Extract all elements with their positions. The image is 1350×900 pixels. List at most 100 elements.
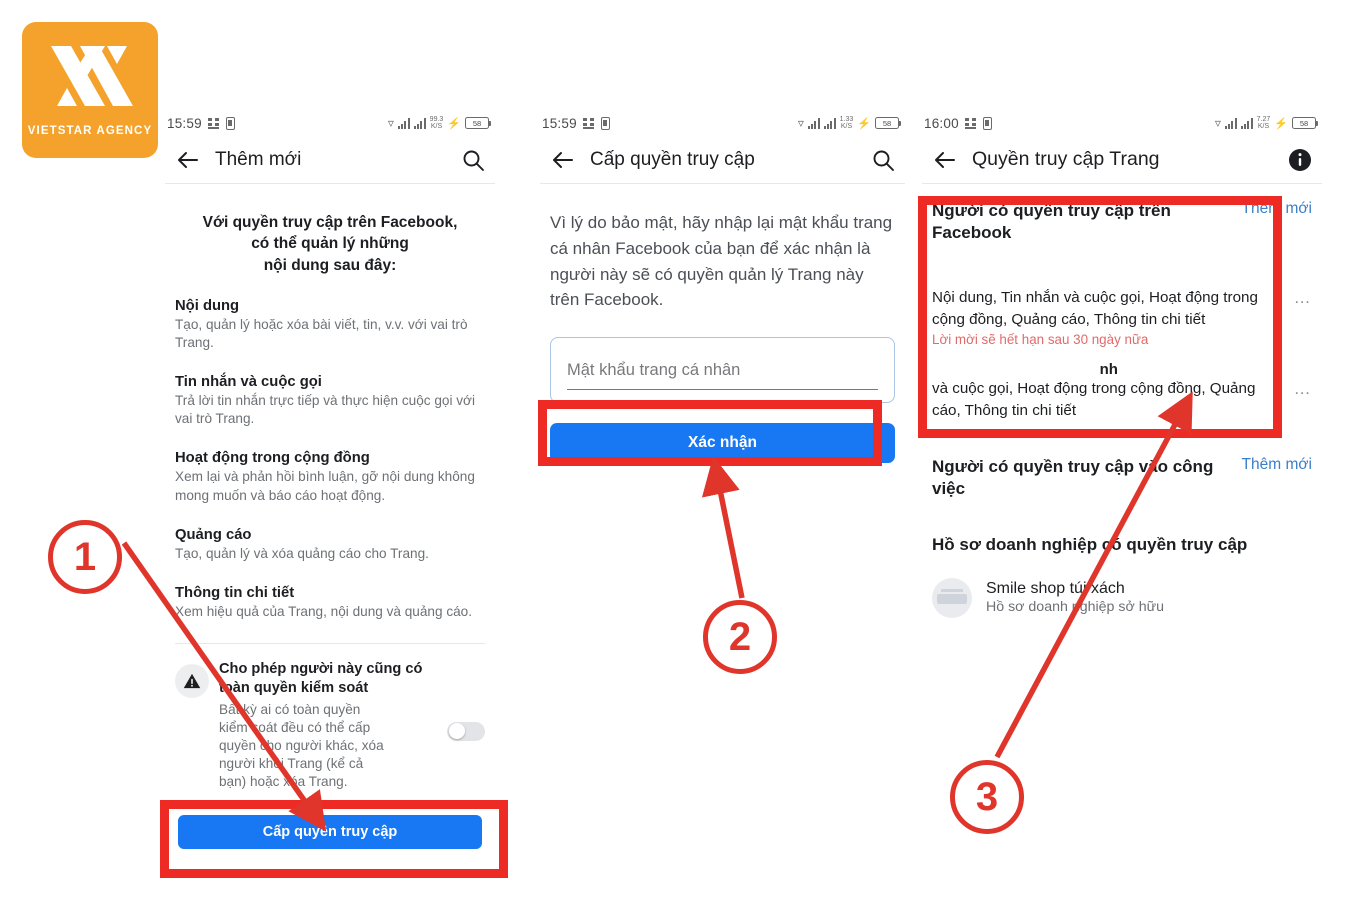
section-title: Hoạt động trong cộng đồng [175,450,370,467]
field-underline [567,388,878,391]
network-speed: 7.27 K/S [1257,116,1271,130]
divider [175,642,485,644]
business-profile-group: Hồ sơ doanh nghiệp có quyền truy cập Smi… [932,534,1312,618]
permission-section: Hoạt động trong cộng đồng Xem lại và phả… [175,450,485,504]
qr-icon [964,117,977,129]
battery-icon: 58 [465,117,492,129]
password-input[interactable] [567,360,878,380]
list-item[interactable]: Smile shop túi xách Hồ sơ doanh nghiệp s… [932,577,1312,618]
battery-level: 58 [472,118,482,128]
section-title: Nội dung [175,298,240,315]
app-bar: Cấp quyền truy cập [540,136,905,184]
warning-icon [175,663,209,698]
status-time: 15:59 [542,115,577,131]
logo-text: VIETSTAR AGENCY [27,124,153,137]
status-time: 15:59 [167,115,202,131]
wifi-icon: ▿ [387,116,394,130]
signal-icon-2 [413,117,426,129]
business-subtitle: Hồ sơ doanh nghiệp sở hữu [986,599,1164,616]
qr-icon [582,117,595,129]
full-control-row[interactable]: Cho phép người này cũng có toàn quyền ki… [175,660,485,791]
group-title: Người có quyền truy cập vào công việc [932,456,1214,498]
sim-icon [982,116,992,130]
business-name: Smile shop túi xách [986,580,1125,598]
section-desc: Tạo, quản lý và xóa quảng cáo cho Trang. [175,545,429,561]
screenshot-canvas: VIETSTAR AGENCY 15:59 ▿ 99.3 K/S ⚡ 58 Th… [0,0,1350,900]
kebab-menu-icon[interactable]: … [1294,379,1312,399]
permission-section: Tin nhắn và cuộc gọi Trả lời tin nhắn tr… [175,374,485,428]
network-speed-unit: K/S [1257,123,1270,130]
signal-icon-2 [823,117,836,129]
page-title: Quyền truy cập Trang [972,148,1160,170]
password-field-wrapper[interactable] [550,337,895,404]
step-number-2: 2 [703,600,777,674]
signal-icon [397,117,410,129]
signal-icon-2 [1240,117,1253,129]
business-section-title: Hồ sơ doanh nghiệp có quyền truy cập [932,534,1248,554]
kebab-menu-icon[interactable]: … [1294,288,1312,308]
highlight-box-step-1 [160,800,508,878]
phone-screen-2: 15:59 ▿ 1.33 K/S ⚡ 58 Cấp quyền truy cập [540,110,905,900]
app-bar: Thêm mới [165,136,495,184]
highlight-box-step-2 [538,400,882,466]
charging-icon: ⚡ [857,117,871,130]
search-icon[interactable] [871,148,895,172]
network-speed: 99.3 K/S [430,116,444,130]
qr-icon [207,117,220,129]
full-control-desc: Bất kỳ ai có toàn quyền kiểm soát đều có… [219,701,384,789]
section-title: Thông tin chi tiết [175,584,295,601]
signal-icon [1224,117,1237,129]
page-title: Thêm mới [215,148,302,170]
business-avatar [932,577,972,618]
permission-section: Quảng cáo Tạo, quản lý và xóa quảng cáo … [175,527,485,563]
network-speed-value: 7.27 [1256,116,1271,123]
section-desc: Xem hiệu quả của Trang, nội dung và quản… [175,603,473,619]
charging-icon: ⚡ [447,117,461,130]
highlight-box-step-3 [918,196,1282,438]
work-access-group: Người có quyền truy cập vào công việc Th… [932,456,1312,500]
network-speed-unit: K/S [840,123,853,130]
network-speed-value: 99.3 [429,116,444,123]
arrow-left-icon[interactable] [175,147,201,173]
sim-icon [225,116,235,130]
page-title: Cấp quyền truy cập [590,148,755,170]
status-bar: 15:59 ▿ 99.3 K/S ⚡ 58 [165,110,495,136]
security-paragraph: Vì lý do bảo mật, hãy nhập lại mật khẩu … [550,213,893,310]
section-desc: Tạo, quản lý hoặc xóa bài viết, tin, v.v… [175,317,468,351]
section-desc: Xem lại và phản hồi bình luận, gỡ nội du… [175,469,475,503]
step-number-3: 3 [950,760,1024,834]
full-control-title: Cho phép người này cũng có toàn quyền ki… [219,660,423,696]
status-time: 16:00 [924,115,959,131]
vietstar-w-mark-icon [51,45,133,106]
step-number-1: 1 [48,520,122,594]
network-speed-value: 1.33 [839,116,854,123]
page-heading: Với quyền truy cập trên Facebook, có thể… [202,214,458,274]
battery-icon: 58 [875,117,902,129]
permission-section: Thông tin chi tiết Xem hiệu quả của Tran… [175,585,485,621]
wifi-icon: ▿ [797,116,804,130]
battery-icon: 58 [1292,117,1319,129]
info-icon[interactable] [1288,148,1312,172]
vietstar-agency-logo: VIETSTAR AGENCY [22,22,158,158]
arrow-left-icon[interactable] [550,147,576,173]
them-moi-link-work[interactable]: Thêm mới [1242,456,1312,474]
arrow-left-icon[interactable] [932,147,958,173]
full-control-toggle[interactable] [447,721,485,741]
status-bar: 15:59 ▿ 1.33 K/S ⚡ 58 [540,110,905,136]
battery-level: 58 [882,118,892,128]
section-title: Tin nhắn và cuộc gọi [175,374,322,391]
charging-icon: ⚡ [1274,117,1288,130]
battery-level: 58 [1299,118,1309,128]
sim-icon [600,116,610,130]
app-bar: Quyền truy cập Trang [922,136,1322,184]
search-icon[interactable] [461,148,485,172]
status-bar: 16:00 ▿ 7.27 K/S ⚡ 58 [922,110,1322,136]
section-desc: Trả lời tin nhắn trực tiếp và thực hiện … [175,393,475,427]
wifi-icon: ▿ [1214,116,1221,130]
warning-triangle-icon [183,673,201,688]
section-title: Quảng cáo [175,526,252,543]
signal-icon [807,117,820,129]
network-speed-unit: K/S [430,123,443,130]
permission-section: Nội dung Tạo, quản lý hoặc xóa bài viết,… [175,298,485,352]
phone-screen-1: 15:59 ▿ 99.3 K/S ⚡ 58 Thêm mới Với quyền… [165,110,495,900]
